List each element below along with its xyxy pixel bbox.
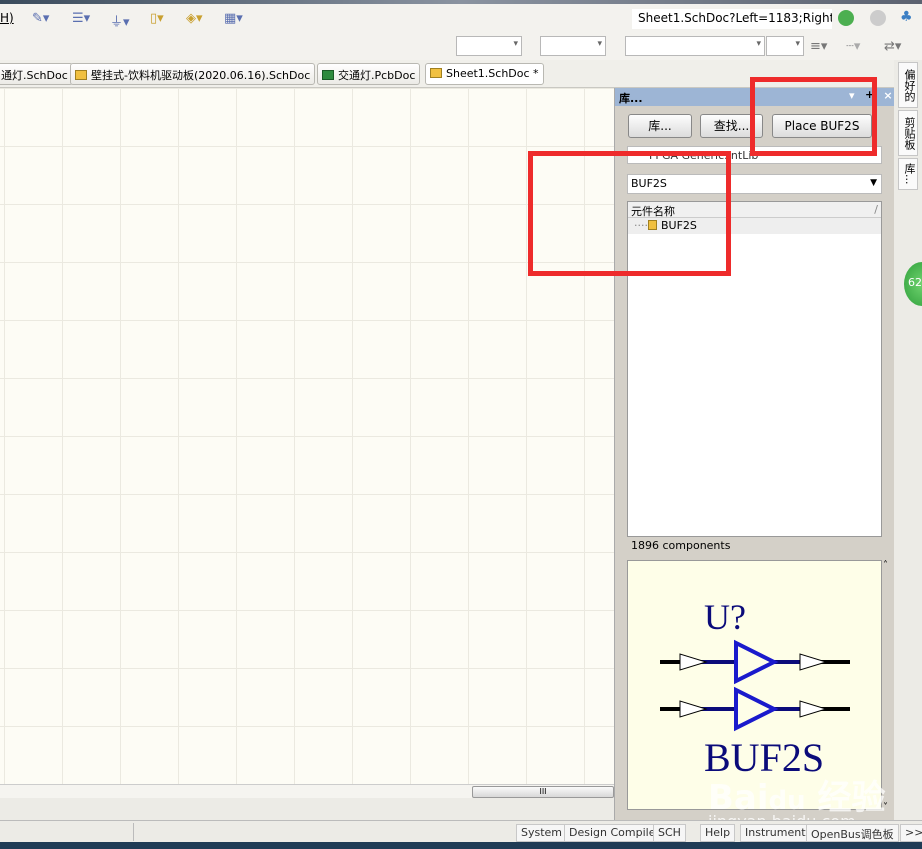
taskbar [0,842,922,849]
status-tab-openbus[interactable]: OpenBus调色板 [806,824,899,842]
schematic-icon [75,70,87,80]
menu-help-fragment[interactable]: H) [0,11,14,25]
part-icon[interactable]: ▯▾ [150,11,164,26]
component-count: 1896 components [631,539,731,552]
line-style-icon[interactable]: ┄▾ [846,39,860,54]
tab-label: 交通灯.PcbDoc [338,69,416,82]
status-more-button[interactable]: >> [900,824,922,842]
libraries-button[interactable]: 库... [628,114,692,138]
tab-label: 通灯.SchDoc [1,69,68,82]
tab-doc-4[interactable]: Sheet1.SchDoc * [425,63,544,85]
tab-doc-1[interactable]: 通灯.SchDoc [0,63,73,85]
back-icon[interactable] [838,10,854,26]
tab-label: Sheet1.SchDoc * [446,67,539,80]
designator-text: U? [704,597,746,637]
grid-icon[interactable]: ▦▾ [224,11,243,26]
status-tab-help[interactable]: Help [700,824,736,842]
wire-icon[interactable]: ✎▾ [32,11,49,26]
size-combo[interactable] [540,36,606,56]
font-combo[interactable] [456,36,522,56]
status-bar: System Design Compiler SCH Help Instrume… [0,820,922,842]
swap-icon[interactable]: ⇄▾ [884,39,901,54]
highlight-box-place [750,77,877,156]
tab-doc-2[interactable]: 壁挂式-饮料机驱动板(2020.06.16).SchDoc [70,63,316,85]
close-icon[interactable]: × [881,89,895,105]
status-tab-sch[interactable]: SCH [653,824,686,842]
tab-clipboard[interactable]: 剪贴板 [898,110,918,156]
tab-libraries[interactable]: 库... [898,158,918,190]
align-icon[interactable]: ≡▾ [810,39,827,54]
scroll-up-icon[interactable]: ˄ [883,560,888,571]
highlight-box-component [528,151,731,276]
dropdown-icon[interactable]: ▼ [870,178,877,188]
ground-icon[interactable]: ⏚▾ [110,11,130,30]
status-tab-instruments[interactable]: Instruments [740,824,817,842]
toolbar-format: ≡▾ ┄▾ ⇄▾ [0,32,922,60]
side-panel-tabs: 偏好的 剪贴板 库... 62 [894,60,922,820]
forward-icon[interactable] [870,10,886,26]
schematic-canvas[interactable] [0,88,614,784]
toolbar-main: H) ✎▾ ☰▾ ⏚▾ ▯▾ ◈▾ ▦▾ Sheet1.SchDoc?Left=… [0,4,922,32]
notification-badge[interactable]: 62 [904,262,922,306]
bus-icon[interactable]: ☰▾ [72,11,90,26]
tab-favorites[interactable]: 偏好的 [898,62,918,108]
port-icon[interactable]: ◈▾ [186,11,203,26]
pcb-icon [322,70,334,80]
schematic-icon [430,68,442,78]
tab-doc-3[interactable]: 交通灯.PcbDoc [317,63,421,85]
status-tab-system[interactable]: System [516,824,568,842]
home-icon[interactable]: ♣ [900,9,913,25]
tab-label: 壁挂式-饮料机驱动板(2020.06.16).SchDoc [91,69,311,82]
location-combo[interactable]: Sheet1.SchDoc?Left=1183;Right ▾ [632,9,832,29]
horizontal-scrollbar[interactable]: III [0,784,614,798]
status-tab-design-compiler[interactable]: Design Compiler [564,824,665,842]
location-text: Sheet1.SchDoc?Left=1183;Right [638,11,832,25]
scrollbar-thumb[interactable]: III [472,786,614,798]
style-combo[interactable] [625,36,765,56]
panel-title-text: 库... [619,92,643,105]
color-combo[interactable] [766,36,804,56]
